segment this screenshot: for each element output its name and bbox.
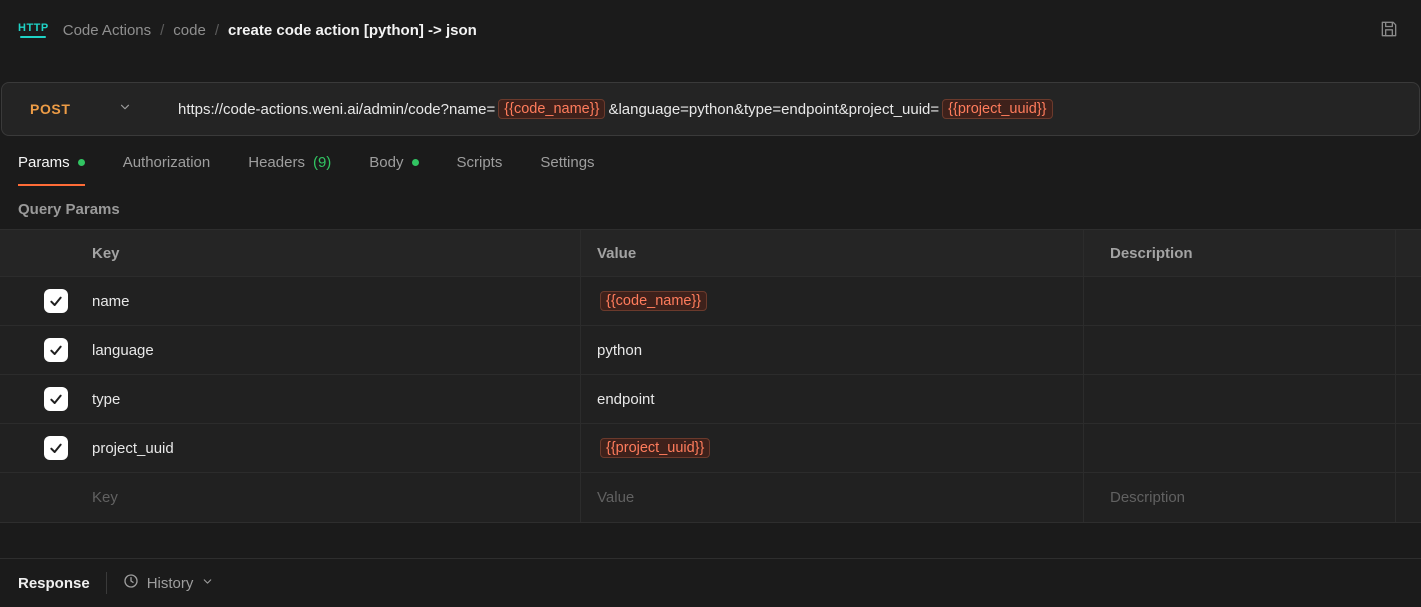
column-header-key: Key: [80, 230, 580, 276]
chevron-down-icon: [118, 100, 132, 118]
request-title[interactable]: create code action [python] -> json: [228, 22, 477, 39]
tab-authorization[interactable]: Authorization: [123, 154, 211, 186]
response-bar: Response History: [0, 558, 1421, 607]
query-params-title: Query Params: [18, 201, 1403, 218]
table-placeholder-row: Key Value Description: [0, 473, 1421, 522]
http-request-logo: HTTP: [18, 22, 49, 38]
param-description[interactable]: [1083, 326, 1395, 374]
headers-count-badge: (9): [313, 154, 331, 171]
query-params-table: Key Value Description name {{code_name}}: [0, 229, 1421, 523]
history-dropdown[interactable]: History: [123, 573, 215, 593]
url-variable-code-name[interactable]: {{code_name}}: [498, 99, 605, 119]
param-value[interactable]: {{project_uuid}}: [580, 424, 1083, 472]
param-key[interactable]: name: [80, 277, 580, 325]
row-end-cell: [1395, 375, 1421, 423]
method-label: POST: [30, 101, 71, 117]
top-bar: HTTP Code Actions / code / create code a…: [0, 0, 1421, 60]
url-variable-project-uuid[interactable]: {{project_uuid}}: [942, 99, 1052, 119]
url-input[interactable]: https://code-actions.weni.ai/admin/code?…: [152, 99, 1056, 119]
row-checkbox[interactable]: [44, 338, 68, 362]
method-selector[interactable]: POST: [2, 100, 152, 118]
param-key[interactable]: project_uuid: [80, 424, 580, 472]
row-end-cell: [1395, 473, 1421, 522]
history-label: History: [147, 575, 194, 592]
param-key-placeholder[interactable]: Key: [80, 473, 580, 522]
tab-settings-label: Settings: [540, 154, 594, 171]
row-end-cell: [1395, 424, 1421, 472]
row-end-cell: [1395, 277, 1421, 325]
param-value[interactable]: python: [580, 326, 1083, 374]
breadcrumb-separator: /: [215, 22, 219, 39]
row-checkbox[interactable]: [44, 387, 68, 411]
http-logo-text: HTTP: [18, 22, 49, 34]
param-value[interactable]: endpoint: [580, 375, 1083, 423]
param-value-variable[interactable]: {{code_name}}: [600, 291, 707, 311]
row-checkbox[interactable]: [44, 289, 68, 313]
tab-params-label: Params: [18, 154, 70, 171]
tab-scripts-label: Scripts: [457, 154, 503, 171]
breadcrumb-collection[interactable]: Code Actions: [63, 22, 151, 39]
header-end-cell: [1395, 230, 1421, 276]
params-active-dot: [78, 159, 85, 166]
http-logo-underline: [20, 36, 46, 38]
param-value-variable[interactable]: {{project_uuid}}: [600, 438, 710, 458]
param-value[interactable]: {{code_name}}: [580, 277, 1083, 325]
tab-settings[interactable]: Settings: [540, 154, 594, 186]
param-description[interactable]: [1083, 375, 1395, 423]
request-tabs: Params Authorization Headers (9) Body Sc…: [0, 136, 1421, 186]
app-window: HTTP Code Actions / code / create code a…: [0, 0, 1421, 607]
param-key[interactable]: type: [80, 375, 580, 423]
tab-body-label: Body: [369, 154, 403, 171]
table-row: type endpoint: [0, 375, 1421, 424]
header-checkbox-cell: [0, 230, 80, 276]
table-header-row: Key Value Description: [0, 230, 1421, 277]
tab-body[interactable]: Body: [369, 154, 418, 186]
row-checkbox[interactable]: [44, 436, 68, 460]
param-description-placeholder[interactable]: Description: [1083, 473, 1395, 522]
breadcrumb-folder[interactable]: code: [173, 22, 206, 39]
request-url-bar: POST https://code-actions.weni.ai/admin/…: [1, 82, 1420, 136]
tab-scripts[interactable]: Scripts: [457, 154, 503, 186]
save-button[interactable]: [1375, 15, 1403, 46]
url-segment: &language=python&type=endpoint&project_u…: [608, 101, 939, 118]
footer-divider: [106, 572, 107, 594]
chevron-down-icon: [201, 575, 214, 592]
tab-params[interactable]: Params: [18, 154, 85, 186]
param-description[interactable]: [1083, 424, 1395, 472]
column-header-description: Description: [1083, 230, 1395, 276]
breadcrumb: Code Actions / code / create code action…: [63, 22, 477, 39]
row-end-cell: [1395, 326, 1421, 374]
tab-authorization-label: Authorization: [123, 154, 211, 171]
param-key[interactable]: language: [80, 326, 580, 374]
table-row: name {{code_name}}: [0, 277, 1421, 326]
placeholder-checkbox-cell: [0, 473, 80, 522]
param-description[interactable]: [1083, 277, 1395, 325]
breadcrumb-separator: /: [160, 22, 164, 39]
table-row: language python: [0, 326, 1421, 375]
body-active-dot: [412, 159, 419, 166]
history-clock-icon: [123, 573, 139, 593]
tab-headers[interactable]: Headers (9): [248, 154, 331, 186]
tab-headers-label: Headers: [248, 154, 305, 171]
url-segment: https://code-actions.weni.ai/admin/code?…: [178, 101, 495, 118]
table-row: project_uuid {{project_uuid}}: [0, 424, 1421, 473]
column-header-value: Value: [580, 230, 1083, 276]
param-value-placeholder[interactable]: Value: [580, 473, 1083, 522]
response-label[interactable]: Response: [18, 575, 90, 592]
save-icon: [1379, 19, 1399, 42]
